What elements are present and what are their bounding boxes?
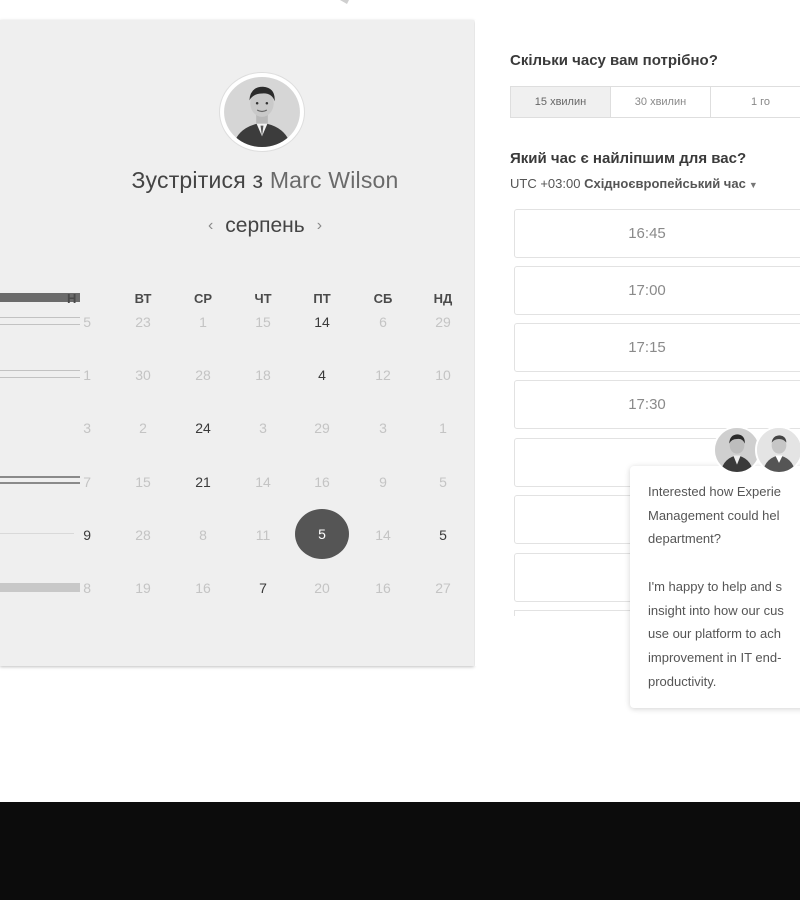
chat-popup[interactable]: Interested how Experie Management could … [630,466,800,708]
meeting-title-prefix: Зустрітися з [131,167,270,193]
calendar-day[interactable]: 5 [423,527,463,543]
time-slot[interactable]: 17:30 [514,380,800,429]
calendar-day[interactable]: 4 [302,367,342,383]
calendar-day: 8 [199,527,207,543]
calendar-day[interactable]: 24 [183,420,223,436]
calendar-day: 20 [314,580,330,596]
calendar-day: 14 [375,527,391,543]
calendar-day: 18 [255,367,271,383]
calendar-day: 15 [135,474,151,490]
weekday-label: НД [433,291,453,306]
calendar-day[interactable]: 9 [65,527,91,543]
duration-option[interactable]: 15 хвилин [510,86,611,118]
calendar-day: 14 [255,474,271,490]
chat-message: Interested how Experie Management could … [648,480,800,717]
week-row-bar [0,533,74,534]
chat-line: productivity. [648,673,717,689]
agent-portrait-icon [715,428,759,472]
weekday-label: Н [67,291,77,306]
caret-down-icon: ▼ [748,180,758,190]
calendar-day: 16 [195,580,211,596]
time-question: Який час є найліпшим для вас? [510,150,747,167]
timezone-name: Східноєвропейський час [584,176,746,191]
calendar-day: 12 [375,367,391,383]
agent-portrait-icon [757,428,800,472]
weekday-label: СР [193,291,213,306]
calendar-day: 29 [314,420,330,436]
calendar-day: 6 [379,314,387,330]
calendar-day: 3 [83,420,91,436]
calendar-day: 30 [135,367,151,383]
month-label: серпень [225,214,305,237]
calendar-day: 29 [435,314,451,330]
chat-paragraph: I'm happy to help and s insight into how… [648,575,800,694]
calendar-day[interactable]: 21 [183,474,223,490]
calendar-day: 5 [439,474,447,490]
pointer-mark-icon [340,0,349,4]
calendar-day: 16 [314,474,330,490]
calendar-day: 3 [379,420,387,436]
duration-question: Скільки часу вам потрібно? [510,52,718,69]
timezone-selector[interactable]: UTC +03:00 Східноєвропейський час ▼ [510,176,758,191]
calendar-day: 28 [135,527,151,543]
chat-line: Interested how Experie [648,484,781,499]
calendar-day: 19 [135,580,151,596]
chat-line: Management could hel [648,507,780,523]
calendar-day: 28 [195,367,211,383]
calendar-day: 27 [435,580,451,596]
page-footer [0,802,800,900]
duration-option[interactable]: 1 го [710,86,800,118]
calendar-day: 23 [135,314,151,330]
time-slot[interactable]: 16:45 [514,209,800,258]
weekday-label: ВТ [134,291,152,306]
host-avatar [220,73,304,151]
calendar-day: 15 [255,314,271,330]
calendar-day: 11 [255,527,271,543]
scheduler-page: Зустрітися з Marc Wilson ‹ серпень › Н ВТ… [0,0,800,900]
host-name: Marc Wilson [269,167,399,193]
duration-options: 15 хвилин 30 хвилин 1 го [510,86,800,118]
calendar-day: 7 [83,474,91,490]
calendar-day: 10 [435,367,451,383]
chat-line: I'm happy to help and s [648,578,783,594]
time-slot[interactable]: 17:00 [514,266,800,315]
calendar-day: 5 [83,314,91,330]
calendar-day: 1 [83,367,91,383]
chat-line: insight into how our cus [648,602,784,618]
weekday-label: СБ [373,291,393,306]
duration-option[interactable]: 30 хвилин [610,86,711,118]
calendar-day: 3 [259,420,267,436]
weekday-label: ПТ [313,291,331,306]
calendar-day: 2 [139,420,147,436]
chevron-right-icon[interactable]: › [317,217,322,235]
chat-agent-avatar[interactable] [755,426,800,474]
calendar-day: 1 [199,314,207,330]
calendar-day: 9 [379,474,387,490]
meeting-title: Зустрітися з Marc Wilson [0,167,530,194]
calendar-day: 1 [439,420,447,436]
calendar-day: 16 [375,580,391,596]
time-slot[interactable]: 17:15 [514,323,800,372]
calendar-day[interactable]: 14 [302,314,342,330]
calendar-day: 8 [83,580,91,596]
chevron-left-icon[interactable]: ‹ [208,217,213,235]
chat-line: department? [648,531,721,547]
host-portrait-icon [224,76,300,148]
selected-day[interactable]: 5 [295,509,349,559]
calendar-day[interactable]: 7 [243,580,283,596]
chat-line: improvement in IT end- [648,649,782,665]
chat-agent-avatar[interactable] [713,426,761,474]
chat-paragraph: Interested how Experie Management could … [648,480,800,551]
chat-line: use our platform to ach [648,626,781,642]
weekday-label: ЧТ [254,291,272,306]
timezone-offset: UTC +03:00 [510,176,581,191]
month-navigation: ‹ серпень › [185,212,345,240]
